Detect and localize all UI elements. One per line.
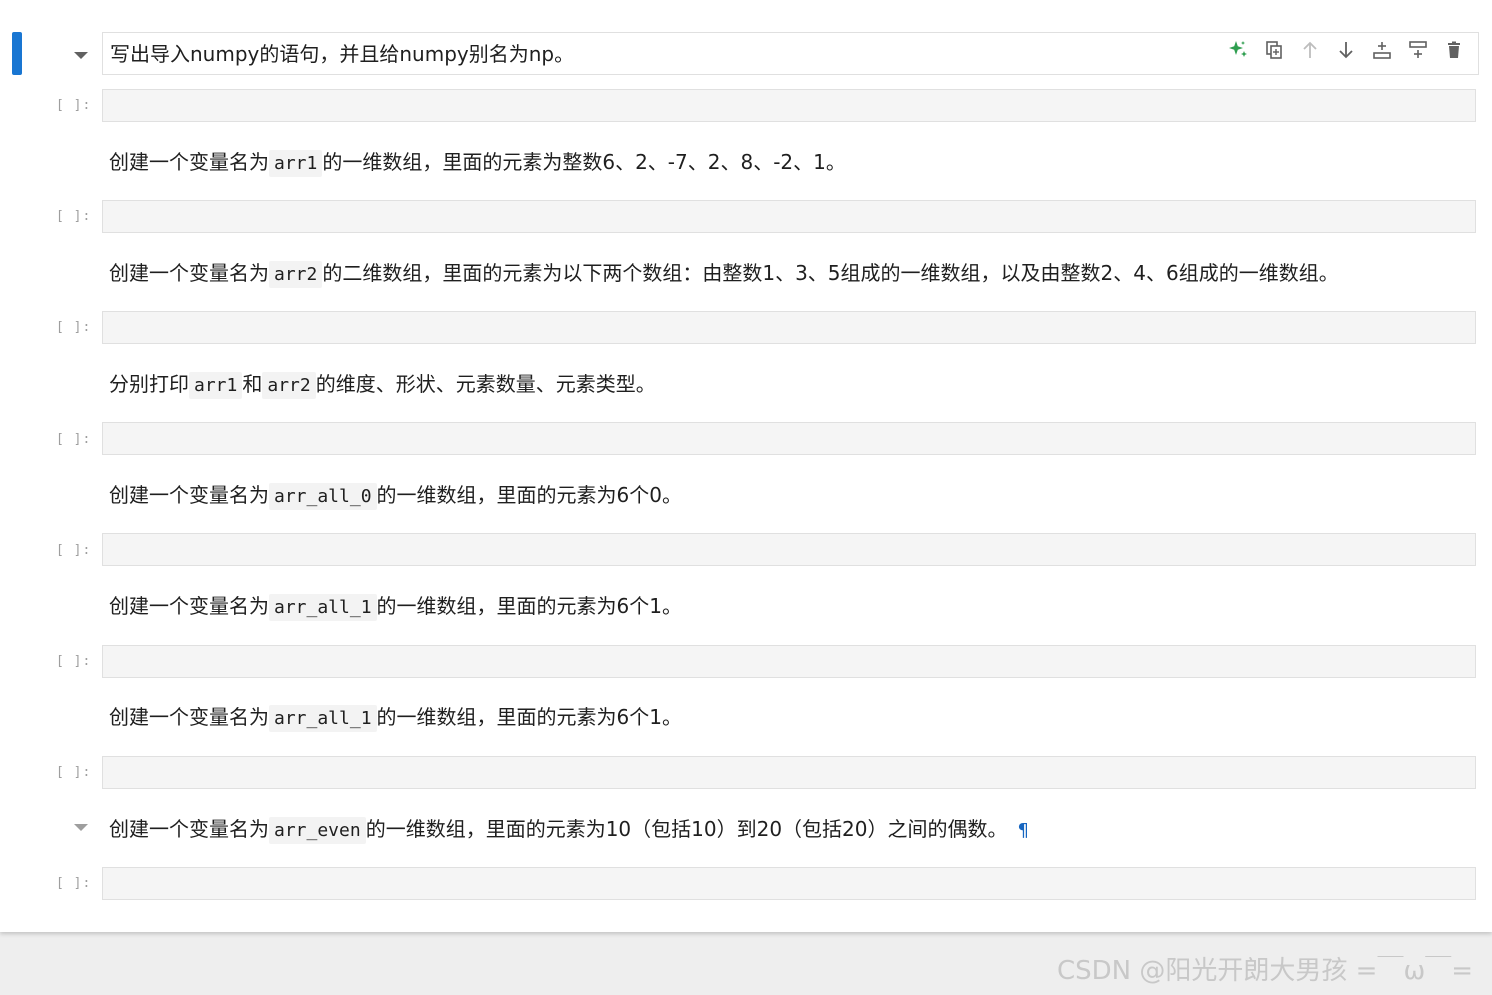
markdown-text: 的一维数组，里面的元素为6个0。 (376, 483, 682, 507)
cell-toolbar (1226, 38, 1466, 62)
code-input[interactable] (102, 756, 1476, 789)
markdown-cell-15[interactable]: 创建一个变量名为 arr_even 的一维数组，里面的元素为10（包括10）到20（… (102, 810, 1029, 848)
inline-code: arr2 (262, 372, 316, 399)
watermark: CSDN @阳光开朗大男孩 =￣ω￣= (1057, 956, 1474, 986)
markdown-text: 创建一个变量名为 (109, 817, 269, 841)
markdown-cell-5[interactable]: 创建一个变量名为 arr2 的二维数组，里面的元素为以下两个数组：由整数1、3、5组… (102, 254, 1339, 292)
code-input[interactable] (102, 533, 1476, 566)
inline-code: arr1 (269, 150, 323, 177)
markdown-cell-11[interactable]: 创建一个变量名为 arr_all_1 的一维数组，里面的元素为6个1。 (102, 587, 682, 625)
markdown-cell-9[interactable]: 创建一个变量名为 arr_all_0 的一维数组，里面的元素为6个0。 (102, 476, 682, 514)
inline-code: arr_all_1 (269, 594, 377, 621)
delete-icon[interactable] (1442, 38, 1466, 62)
markdown-cell-3[interactable]: 创建一个变量名为 arr1 的一维数组，里面的元素为整数6、2、-7、2、8、-2、… (102, 143, 846, 181)
markdown-text: 的一维数组，里面的元素为10（包括10）到20（包括20）之间的偶数。 (365, 817, 1008, 841)
code-input[interactable] (102, 867, 1476, 900)
inline-code: arr1 (189, 372, 243, 399)
code-input[interactable] (102, 89, 1476, 122)
input-prompt: [ ]: (56, 320, 92, 335)
insert-above-icon[interactable] (1370, 38, 1394, 62)
move-up-icon[interactable] (1298, 38, 1322, 62)
markdown-text: 的维度、形状、元素数量、元素类型。 (315, 372, 656, 396)
move-down-icon[interactable] (1334, 38, 1358, 62)
code-input[interactable] (102, 311, 1476, 344)
markdown-text: 分别打印 (109, 372, 189, 396)
input-prompt: [ ]: (56, 98, 92, 113)
markdown-text: 创建一个变量名为 (109, 261, 269, 285)
input-prompt: [ ]: (56, 876, 92, 891)
markdown-text: 创建一个变量名为 (109, 150, 269, 174)
code-input[interactable] (102, 422, 1476, 455)
collapse-toggle[interactable] (74, 51, 90, 61)
inline-code: arr_even (269, 817, 366, 844)
input-prompt: [ ]: (56, 432, 92, 447)
collapse-toggle[interactable] (74, 823, 90, 833)
input-prompt: [ ]: (56, 765, 92, 780)
markdown-text: 的一维数组，里面的元素为6个1。 (376, 594, 682, 618)
input-prompt: [ ]: (56, 543, 92, 558)
inline-code: arr2 (269, 261, 323, 288)
markdown-text: 的一维数组，里面的元素为6个1。 (376, 705, 682, 729)
notebook-panel: 写出导入numpy的语句，并且给numpy别名为np。 []: 创建一个变量名… (0, 0, 1492, 932)
inline-code: arr_all_0 (269, 483, 377, 510)
input-prompt: [ ]: (56, 654, 92, 669)
markdown-text: 创建一个变量名为 (109, 483, 269, 507)
markdown-text: 和 (242, 372, 263, 396)
inline-code: arr_all_1 (269, 705, 377, 732)
markdown-cell-13[interactable]: 创建一个变量名为 arr_all_1 的一维数组，里面的元素为6个1。 (102, 698, 682, 736)
markdown-text: 的二维数组，里面的元素为以下两个数组：由整数1、3、5组成的一维数组，以及由整数… (322, 261, 1339, 285)
markdown-text: 的一维数组，里面的元素为整数6、2、-7、2、8、-2、1。 (322, 150, 846, 174)
code-input[interactable] (102, 645, 1476, 678)
markdown-cell-7[interactable]: 分别打印 arr1 和 arr2 的维度、形状、元素数量、元素类型。 (102, 365, 656, 403)
insert-below-icon[interactable] (1406, 38, 1430, 62)
input-prompt: [ ]: (56, 209, 92, 224)
markdown-text: 写出导入numpy的语句，并且给numpy别名为np。 (110, 42, 575, 66)
markdown-text: 创建一个变量名为 (109, 594, 269, 618)
anchor-link[interactable]: ¶ (1018, 820, 1029, 841)
duplicate-icon[interactable] (1262, 38, 1286, 62)
markdown-text: 创建一个变量名为 (109, 705, 269, 729)
active-cell-indicator (12, 32, 22, 75)
code-input[interactable] (102, 200, 1476, 233)
ai-assist-icon[interactable] (1226, 38, 1250, 62)
